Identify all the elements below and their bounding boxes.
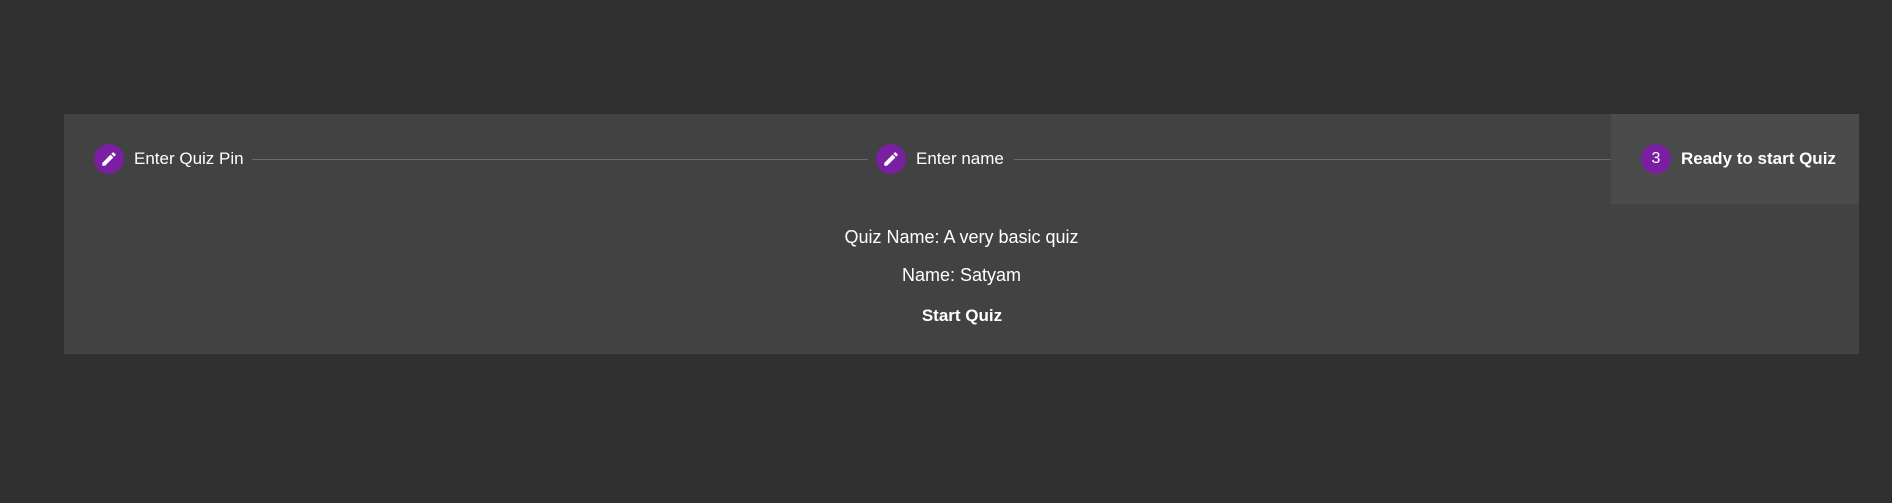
step-number: 3 [1641, 144, 1671, 174]
step-ready-to-start[interactable]: 3 Ready to start Quiz [1611, 114, 1859, 204]
step-label: Enter name [916, 149, 1004, 168]
player-name-text: Name: Satyam [901, 265, 1022, 285]
step-enter-quiz-pin[interactable]: Enter Quiz Pin [94, 114, 244, 204]
step-label: Enter Quiz Pin [134, 149, 244, 168]
quiz-join-card: Enter Quiz Pin Enter name 3 Ready to sta… [64, 114, 1859, 354]
quiz-name-text: Quiz Name: A very basic quiz [844, 227, 1079, 247]
step-connector [1014, 159, 1632, 160]
step-label: Ready to start Quiz [1681, 149, 1836, 168]
pencil-icon [876, 144, 906, 174]
step-connector [252, 159, 868, 160]
step-enter-name[interactable]: Enter name [876, 114, 1004, 204]
stepper: Enter Quiz Pin Enter name 3 Ready to sta… [64, 114, 1859, 204]
start-quiz-button[interactable]: Start Quiz [876, 298, 1048, 334]
pencil-icon [94, 144, 124, 174]
